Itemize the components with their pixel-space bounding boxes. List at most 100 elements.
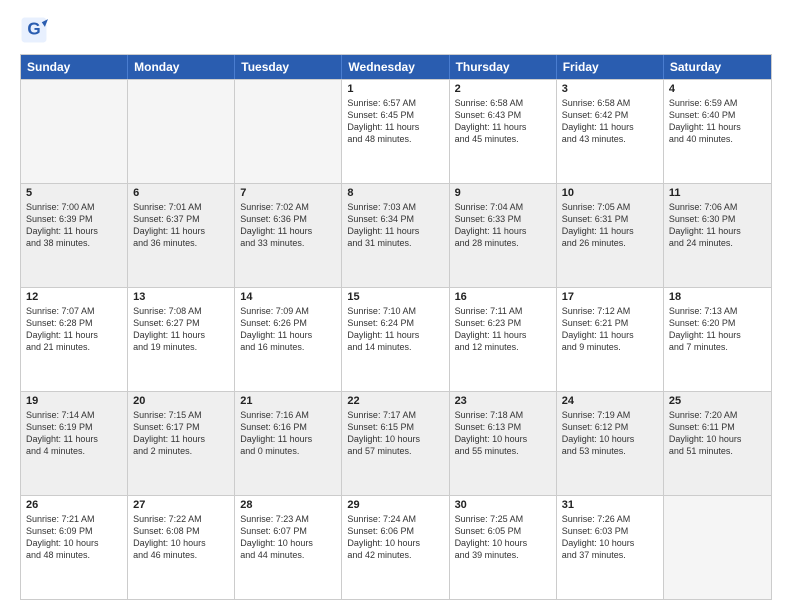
cal-cell-11: 11 Sunrise: 7:06 AM Sunset: 6:30 PM Dayli… <box>664 184 771 287</box>
day-number: 22 <box>347 395 443 407</box>
cal-cell-13: 13 Sunrise: 7:08 AM Sunset: 6:27 PM Dayli… <box>128 288 235 391</box>
day-number: 2 <box>455 83 551 95</box>
day-info: Sunrise: 7:13 AM Sunset: 6:20 PM Dayligh… <box>669 305 766 354</box>
cal-cell-5: 5Sunrise: 7:00 AM Sunset: 6:39 PM Daylig… <box>21 184 128 287</box>
cal-cell-14: 14Sunrise: 7:09 AM Sunset: 6:26 PM Dayli… <box>235 288 342 391</box>
day-number: 8 <box>347 187 443 199</box>
cal-week-2: 5Sunrise: 7:00 AM Sunset: 6:39 PM Daylig… <box>21 183 771 287</box>
cal-cell-17: 17 Sunrise: 7:12 AM Sunset: 6:21 PM Dayli… <box>557 288 664 391</box>
cal-cell-9: 9 Sunrise: 7:04 AM Sunset: 6:33 PM Daylig… <box>450 184 557 287</box>
day-info: Sunrise: 7:05 AM Sunset: 6:31 PM Dayligh… <box>562 201 658 250</box>
cal-cell-27: 27 Sunrise: 7:22 AM Sunset: 6:08 PM Dayli… <box>128 496 235 599</box>
day-number: 29 <box>347 499 443 511</box>
day-number: 11 <box>669 187 766 199</box>
day-info: Sunrise: 7:03 AM Sunset: 6:34 PM Dayligh… <box>347 201 443 250</box>
day-info: Sunrise: 7:04 AM Sunset: 6:33 PM Dayligh… <box>455 201 551 250</box>
day-info: Sunrise: 7:22 AM Sunset: 6:08 PM Dayligh… <box>133 513 229 562</box>
cal-cell-23: 23Sunrise: 7:18 AM Sunset: 6:13 PM Dayli… <box>450 392 557 495</box>
cal-cell-26: 26 Sunrise: 7:21 AM Sunset: 6:09 PM Dayli… <box>21 496 128 599</box>
cal-cell-3: 3 Sunrise: 6:58 AM Sunset: 6:42 PM Daylig… <box>557 80 664 183</box>
calendar-body: 1 Sunrise: 6:57 AM Sunset: 6:45 PM Daylig… <box>21 79 771 599</box>
day-number: 25 <box>669 395 766 407</box>
day-info: Sunrise: 7:08 AM Sunset: 6:27 PM Dayligh… <box>133 305 229 354</box>
day-number: 13 <box>133 291 229 303</box>
cal-cell-4: 4 Sunrise: 6:59 AM Sunset: 6:40 PM Daylig… <box>664 80 771 183</box>
cal-cell-19: 19 Sunrise: 7:14 AM Sunset: 6:19 PM Dayli… <box>21 392 128 495</box>
day-number: 27 <box>133 499 229 511</box>
cal-header-sunday: Sunday <box>21 55 128 79</box>
day-info: Sunrise: 7:21 AM Sunset: 6:09 PM Dayligh… <box>26 513 122 562</box>
calendar-header-row: SundayMondayTuesdayWednesdayThursdayFrid… <box>21 55 771 79</box>
cal-cell-30: 30Sunrise: 7:25 AM Sunset: 6:05 PM Dayli… <box>450 496 557 599</box>
cal-week-4: 19 Sunrise: 7:14 AM Sunset: 6:19 PM Dayli… <box>21 391 771 495</box>
cal-cell-22: 22 Sunrise: 7:17 AM Sunset: 6:15 PM Dayli… <box>342 392 449 495</box>
cal-cell-15: 15Sunrise: 7:10 AM Sunset: 6:24 PM Dayli… <box>342 288 449 391</box>
cal-cell-2: 2Sunrise: 6:58 AM Sunset: 6:43 PM Daylig… <box>450 80 557 183</box>
day-number: 31 <box>562 499 658 511</box>
cal-cell-20: 20Sunrise: 7:15 AM Sunset: 6:17 PM Dayli… <box>128 392 235 495</box>
cal-cell-25: 25 Sunrise: 7:20 AM Sunset: 6:11 PM Dayli… <box>664 392 771 495</box>
cal-cell-empty-6 <box>664 496 771 599</box>
cal-cell-10: 10Sunrise: 7:05 AM Sunset: 6:31 PM Dayli… <box>557 184 664 287</box>
cal-week-5: 26 Sunrise: 7:21 AM Sunset: 6:09 PM Dayli… <box>21 495 771 599</box>
cal-header-friday: Friday <box>557 55 664 79</box>
cal-cell-1: 1 Sunrise: 6:57 AM Sunset: 6:45 PM Daylig… <box>342 80 449 183</box>
day-info: Sunrise: 7:06 AM Sunset: 6:30 PM Dayligh… <box>669 201 766 250</box>
day-info: Sunrise: 6:59 AM Sunset: 6:40 PM Dayligh… <box>669 97 766 146</box>
day-info: Sunrise: 6:57 AM Sunset: 6:45 PM Dayligh… <box>347 97 443 146</box>
day-number: 3 <box>562 83 658 95</box>
cal-cell-28: 28Sunrise: 7:23 AM Sunset: 6:07 PM Dayli… <box>235 496 342 599</box>
logo: G <box>20 16 54 44</box>
day-number: 6 <box>133 187 229 199</box>
cal-cell-empty-1 <box>128 80 235 183</box>
day-number: 26 <box>26 499 122 511</box>
cal-header-tuesday: Tuesday <box>235 55 342 79</box>
day-number: 19 <box>26 395 122 407</box>
day-number: 7 <box>240 187 336 199</box>
cal-cell-29: 29 Sunrise: 7:24 AM Sunset: 6:06 PM Dayli… <box>342 496 449 599</box>
cal-cell-empty-2 <box>235 80 342 183</box>
cal-header-saturday: Saturday <box>664 55 771 79</box>
day-info: Sunrise: 7:24 AM Sunset: 6:06 PM Dayligh… <box>347 513 443 562</box>
cal-header-thursday: Thursday <box>450 55 557 79</box>
day-info: Sunrise: 7:07 AM Sunset: 6:28 PM Dayligh… <box>26 305 122 354</box>
day-number: 4 <box>669 83 766 95</box>
day-number: 23 <box>455 395 551 407</box>
day-info: Sunrise: 7:10 AM Sunset: 6:24 PM Dayligh… <box>347 305 443 354</box>
day-number: 16 <box>455 291 551 303</box>
calendar: SundayMondayTuesdayWednesdayThursdayFrid… <box>20 54 772 600</box>
cal-week-3: 12Sunrise: 7:07 AM Sunset: 6:28 PM Dayli… <box>21 287 771 391</box>
cal-cell-empty-0 <box>21 80 128 183</box>
header: G <box>20 16 772 44</box>
day-number: 30 <box>455 499 551 511</box>
logo-icon: G <box>20 16 48 44</box>
day-info: Sunrise: 7:17 AM Sunset: 6:15 PM Dayligh… <box>347 409 443 458</box>
day-info: Sunrise: 7:20 AM Sunset: 6:11 PM Dayligh… <box>669 409 766 458</box>
cal-cell-18: 18 Sunrise: 7:13 AM Sunset: 6:20 PM Dayli… <box>664 288 771 391</box>
day-number: 1 <box>347 83 443 95</box>
day-info: Sunrise: 6:58 AM Sunset: 6:42 PM Dayligh… <box>562 97 658 146</box>
day-number: 28 <box>240 499 336 511</box>
day-number: 24 <box>562 395 658 407</box>
day-number: 20 <box>133 395 229 407</box>
cal-header-monday: Monday <box>128 55 235 79</box>
day-info: Sunrise: 7:16 AM Sunset: 6:16 PM Dayligh… <box>240 409 336 458</box>
cal-week-1: 1 Sunrise: 6:57 AM Sunset: 6:45 PM Daylig… <box>21 79 771 183</box>
day-number: 18 <box>669 291 766 303</box>
cal-cell-6: 6Sunrise: 7:01 AM Sunset: 6:37 PM Daylig… <box>128 184 235 287</box>
cal-header-wednesday: Wednesday <box>342 55 449 79</box>
day-info: Sunrise: 7:09 AM Sunset: 6:26 PM Dayligh… <box>240 305 336 354</box>
day-info: Sunrise: 7:14 AM Sunset: 6:19 PM Dayligh… <box>26 409 122 458</box>
day-info: Sunrise: 7:19 AM Sunset: 6:12 PM Dayligh… <box>562 409 658 458</box>
day-info: Sunrise: 7:02 AM Sunset: 6:36 PM Dayligh… <box>240 201 336 250</box>
day-number: 9 <box>455 187 551 199</box>
day-number: 21 <box>240 395 336 407</box>
cal-cell-16: 16Sunrise: 7:11 AM Sunset: 6:23 PM Dayli… <box>450 288 557 391</box>
day-number: 17 <box>562 291 658 303</box>
day-info: Sunrise: 7:26 AM Sunset: 6:03 PM Dayligh… <box>562 513 658 562</box>
day-info: Sunrise: 7:12 AM Sunset: 6:21 PM Dayligh… <box>562 305 658 354</box>
cal-cell-8: 8 Sunrise: 7:03 AM Sunset: 6:34 PM Daylig… <box>342 184 449 287</box>
cal-cell-7: 7 Sunrise: 7:02 AM Sunset: 6:36 PM Daylig… <box>235 184 342 287</box>
day-number: 5 <box>26 187 122 199</box>
cal-cell-21: 21 Sunrise: 7:16 AM Sunset: 6:16 PM Dayli… <box>235 392 342 495</box>
